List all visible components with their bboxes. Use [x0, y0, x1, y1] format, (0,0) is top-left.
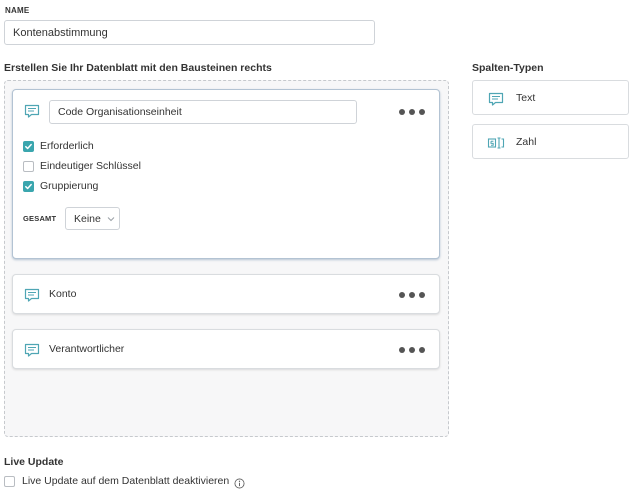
number-type-icon	[487, 137, 505, 149]
dot-icon	[409, 347, 415, 353]
column-type-text[interactable]: Text	[472, 80, 629, 115]
more-options-button[interactable]	[399, 343, 425, 357]
grouping-label: Gruppierung	[40, 180, 99, 192]
field-name-label: Konto	[49, 288, 77, 300]
text-type-icon	[488, 92, 504, 106]
field-card-verantwortlicher[interactable]: Verantwortlicher	[12, 329, 440, 369]
dot-icon	[399, 109, 405, 115]
column-type-label: Text	[516, 92, 536, 104]
field-card-konto[interactable]: Konto	[12, 274, 440, 314]
check-icon	[25, 143, 32, 149]
name-label: NAME	[5, 6, 30, 15]
chevron-down-icon	[107, 216, 115, 221]
live-update-label: Live Update auf dem Datenblatt deaktivie…	[22, 475, 230, 487]
grouping-option[interactable]: Gruppierung	[23, 180, 98, 192]
check-icon	[25, 183, 32, 189]
live-update-checkbox[interactable]	[4, 475, 15, 487]
field-name-label: Verantwortlicher	[49, 343, 125, 355]
unique-key-option[interactable]: Eindeutiger Schlüssel	[23, 160, 141, 172]
text-field-icon	[24, 288, 40, 302]
column-type-label: Zahl	[516, 136, 537, 148]
unique-key-label: Eindeutiger Schlüssel	[40, 160, 141, 172]
dot-icon	[419, 292, 425, 298]
grouping-checkbox[interactable]	[23, 180, 34, 192]
live-update-title: Live Update	[4, 456, 64, 468]
more-options-button[interactable]	[399, 105, 425, 119]
field-name-input[interactable]	[49, 100, 357, 124]
column-types-title: Spalten-Typen	[472, 62, 544, 74]
column-type-number[interactable]: Zahl	[472, 124, 629, 159]
total-label: GESAMT	[23, 214, 57, 223]
required-label: Erforderlich	[40, 140, 94, 152]
required-option[interactable]: Erforderlich	[23, 140, 94, 152]
dot-icon	[409, 292, 415, 298]
name-input[interactable]	[4, 20, 375, 45]
live-update-option[interactable]: Live Update auf dem Datenblatt deaktivie…	[4, 475, 245, 489]
required-checkbox[interactable]	[23, 140, 34, 152]
builder-title: Erstellen Sie Ihr Datenblatt mit den Bau…	[4, 62, 272, 74]
dot-icon	[419, 109, 425, 115]
field-card-expanded[interactable]: Erforderlich Eindeutiger Schlüssel Grupp…	[12, 89, 440, 259]
total-select-value: Keine	[74, 212, 101, 225]
unique-key-checkbox[interactable]	[23, 160, 34, 172]
total-select[interactable]: Keine	[65, 207, 120, 230]
dot-icon	[399, 347, 405, 353]
info-icon[interactable]	[234, 478, 245, 489]
dot-icon	[419, 347, 425, 353]
more-options-button[interactable]	[399, 288, 425, 302]
dot-icon	[399, 292, 405, 298]
dot-icon	[409, 109, 415, 115]
text-field-icon	[24, 343, 40, 357]
text-field-icon	[24, 104, 40, 118]
